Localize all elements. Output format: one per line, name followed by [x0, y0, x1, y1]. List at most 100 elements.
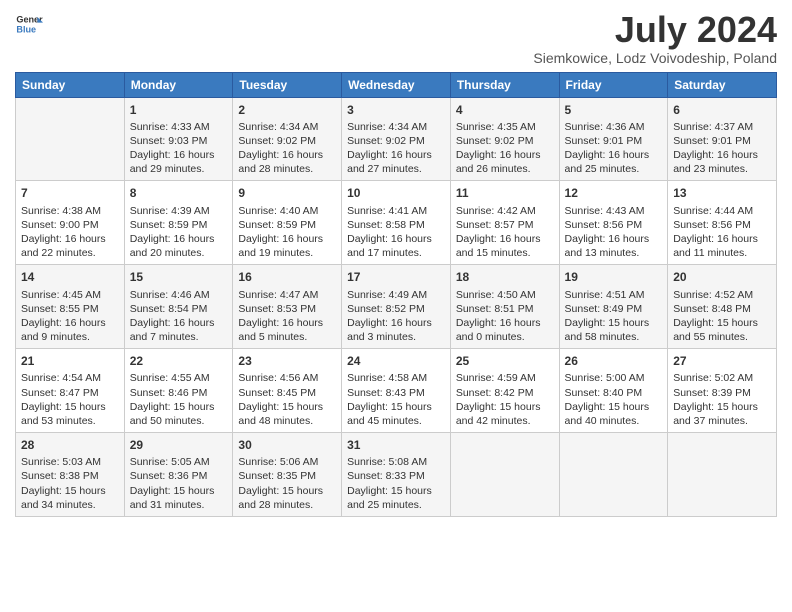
calendar-header-cell: Monday — [124, 72, 233, 97]
calendar-day-cell: 14 Sunrise: 4:45 AMSunset: 8:55 PMDayligh… — [16, 265, 125, 349]
calendar-day-cell: 20 Sunrise: 4:52 AMSunset: 8:48 PMDayligh… — [668, 265, 777, 349]
calendar-header-cell: Thursday — [450, 72, 559, 97]
calendar-day-cell: 2 Sunrise: 4:34 AMSunset: 9:02 PMDaylight… — [233, 97, 342, 181]
day-info: Sunrise: 4:33 AMSunset: 9:03 PMDaylight:… — [130, 120, 228, 177]
day-info: Sunrise: 4:40 AMSunset: 8:59 PMDaylight:… — [238, 204, 336, 261]
day-number: 1 — [130, 102, 228, 118]
day-info: Sunrise: 4:58 AMSunset: 8:43 PMDaylight:… — [347, 371, 445, 428]
calendar-day-cell: 7 Sunrise: 4:38 AMSunset: 9:00 PMDaylight… — [16, 181, 125, 265]
day-info: Sunrise: 4:37 AMSunset: 9:01 PMDaylight:… — [673, 120, 771, 177]
day-number: 9 — [238, 185, 336, 201]
day-info: Sunrise: 4:38 AMSunset: 9:00 PMDaylight:… — [21, 204, 119, 261]
calendar-header-cell: Wednesday — [342, 72, 451, 97]
calendar-week-row: 1 Sunrise: 4:33 AMSunset: 9:03 PMDaylight… — [16, 97, 777, 181]
calendar-day-cell: 8 Sunrise: 4:39 AMSunset: 8:59 PMDaylight… — [124, 181, 233, 265]
calendar-header-cell: Friday — [559, 72, 668, 97]
day-number: 20 — [673, 269, 771, 285]
day-number: 28 — [21, 437, 119, 453]
day-info: Sunrise: 4:52 AMSunset: 8:48 PMDaylight:… — [673, 288, 771, 345]
calendar-day-cell: 30 Sunrise: 5:06 AMSunset: 8:35 PMDayligh… — [233, 433, 342, 517]
day-info: Sunrise: 5:03 AMSunset: 8:38 PMDaylight:… — [21, 455, 119, 512]
day-number: 19 — [565, 269, 663, 285]
calendar-week-row: 14 Sunrise: 4:45 AMSunset: 8:55 PMDayligh… — [16, 265, 777, 349]
calendar-header-cell: Sunday — [16, 72, 125, 97]
logo-icon: General Blue — [15, 10, 43, 38]
calendar-day-cell: 21Sunrise: 4:54 AMSunset: 8:47 PMDayligh… — [16, 349, 125, 433]
calendar-day-cell: 10 Sunrise: 4:41 AMSunset: 8:58 PMDayligh… — [342, 181, 451, 265]
day-number: 4 — [456, 102, 554, 118]
day-number: 2 — [238, 102, 336, 118]
day-info: Sunrise: 4:34 AMSunset: 9:02 PMDaylight:… — [238, 120, 336, 177]
calendar-day-cell: 15 Sunrise: 4:46 AMSunset: 8:54 PMDayligh… — [124, 265, 233, 349]
day-info: Sunrise: 5:08 AMSunset: 8:33 PMDaylight:… — [347, 455, 445, 512]
day-number: 12 — [565, 185, 663, 201]
svg-text:Blue: Blue — [16, 24, 36, 34]
day-number: 26 — [565, 353, 663, 369]
logo: General Blue — [15, 10, 43, 38]
day-info: Sunrise: 4:51 AMSunset: 8:49 PMDaylight:… — [565, 288, 663, 345]
day-number: 10 — [347, 185, 445, 201]
day-info: Sunrise: 5:02 AMSunset: 8:39 PMDaylight:… — [673, 371, 771, 428]
calendar-day-cell: 9 Sunrise: 4:40 AMSunset: 8:59 PMDaylight… — [233, 181, 342, 265]
calendar-week-row: 7 Sunrise: 4:38 AMSunset: 9:00 PMDaylight… — [16, 181, 777, 265]
day-info: Sunrise: 4:47 AMSunset: 8:53 PMDaylight:… — [238, 288, 336, 345]
title-block: July 2024 Siemkowice, Lodz Voivodeship, … — [533, 10, 777, 66]
day-info: Sunrise: 4:46 AMSunset: 8:54 PMDaylight:… — [130, 288, 228, 345]
calendar-day-cell: 23Sunrise: 4:56 AMSunset: 8:45 PMDayligh… — [233, 349, 342, 433]
day-number: 6 — [673, 102, 771, 118]
calendar-day-cell: 18Sunrise: 4:50 AMSunset: 8:51 PMDayligh… — [450, 265, 559, 349]
calendar-day-cell: 3 Sunrise: 4:34 AMSunset: 9:02 PMDaylight… — [342, 97, 451, 181]
calendar-day-cell: 13 Sunrise: 4:44 AMSunset: 8:56 PMDayligh… — [668, 181, 777, 265]
calendar-header-cell: Saturday — [668, 72, 777, 97]
day-number: 21 — [21, 353, 119, 369]
day-number: 30 — [238, 437, 336, 453]
calendar-table: SundayMondayTuesdayWednesdayThursdayFrid… — [15, 72, 777, 517]
day-number: 8 — [130, 185, 228, 201]
day-number: 14 — [21, 269, 119, 285]
calendar-day-cell: 25Sunrise: 4:59 AMSunset: 8:42 PMDayligh… — [450, 349, 559, 433]
day-info: Sunrise: 4:45 AMSunset: 8:55 PMDaylight:… — [21, 288, 119, 345]
day-number: 3 — [347, 102, 445, 118]
day-number: 15 — [130, 269, 228, 285]
day-info: Sunrise: 4:50 AMSunset: 8:51 PMDaylight:… — [456, 288, 554, 345]
calendar-week-row: 21Sunrise: 4:54 AMSunset: 8:47 PMDayligh… — [16, 349, 777, 433]
calendar-day-cell — [559, 433, 668, 517]
calendar-day-cell: 12Sunrise: 4:43 AMSunset: 8:56 PMDayligh… — [559, 181, 668, 265]
calendar-day-cell: 11 Sunrise: 4:42 AMSunset: 8:57 PMDayligh… — [450, 181, 559, 265]
day-number: 29 — [130, 437, 228, 453]
day-number: 11 — [456, 185, 554, 201]
calendar-day-cell: 6 Sunrise: 4:37 AMSunset: 9:01 PMDaylight… — [668, 97, 777, 181]
day-number: 7 — [21, 185, 119, 201]
calendar-header-row: SundayMondayTuesdayWednesdayThursdayFrid… — [16, 72, 777, 97]
day-info: Sunrise: 5:00 AMSunset: 8:40 PMDaylight:… — [565, 371, 663, 428]
day-info: Sunrise: 4:49 AMSunset: 8:52 PMDaylight:… — [347, 288, 445, 345]
day-number: 23 — [238, 353, 336, 369]
day-number: 5 — [565, 102, 663, 118]
page-header: General Blue July 2024 Siemkowice, Lodz … — [15, 10, 777, 66]
day-number: 17 — [347, 269, 445, 285]
calendar-day-cell: 16Sunrise: 4:47 AMSunset: 8:53 PMDayligh… — [233, 265, 342, 349]
day-number: 24 — [347, 353, 445, 369]
calendar-day-cell: 1 Sunrise: 4:33 AMSunset: 9:03 PMDaylight… — [124, 97, 233, 181]
location-subtitle: Siemkowice, Lodz Voivodeship, Poland — [533, 50, 777, 66]
calendar-day-cell: 31Sunrise: 5:08 AMSunset: 8:33 PMDayligh… — [342, 433, 451, 517]
calendar-day-cell: 17 Sunrise: 4:49 AMSunset: 8:52 PMDayligh… — [342, 265, 451, 349]
calendar-week-row: 28 Sunrise: 5:03 AMSunset: 8:38 PMDayligh… — [16, 433, 777, 517]
day-info: Sunrise: 4:36 AMSunset: 9:01 PMDaylight:… — [565, 120, 663, 177]
calendar-body: 1 Sunrise: 4:33 AMSunset: 9:03 PMDaylight… — [16, 97, 777, 516]
day-info: Sunrise: 4:41 AMSunset: 8:58 PMDaylight:… — [347, 204, 445, 261]
calendar-day-cell: 28 Sunrise: 5:03 AMSunset: 8:38 PMDayligh… — [16, 433, 125, 517]
day-info: Sunrise: 4:35 AMSunset: 9:02 PMDaylight:… — [456, 120, 554, 177]
day-info: Sunrise: 4:34 AMSunset: 9:02 PMDaylight:… — [347, 120, 445, 177]
day-info: Sunrise: 4:42 AMSunset: 8:57 PMDaylight:… — [456, 204, 554, 261]
day-info: Sunrise: 5:06 AMSunset: 8:35 PMDaylight:… — [238, 455, 336, 512]
calendar-header-cell: Tuesday — [233, 72, 342, 97]
calendar-day-cell: 22Sunrise: 4:55 AMSunset: 8:46 PMDayligh… — [124, 349, 233, 433]
day-info: Sunrise: 4:44 AMSunset: 8:56 PMDaylight:… — [673, 204, 771, 261]
day-info: Sunrise: 4:55 AMSunset: 8:46 PMDaylight:… — [130, 371, 228, 428]
calendar-day-cell — [450, 433, 559, 517]
calendar-day-cell — [16, 97, 125, 181]
day-info: Sunrise: 4:39 AMSunset: 8:59 PMDaylight:… — [130, 204, 228, 261]
calendar-day-cell: 4 Sunrise: 4:35 AMSunset: 9:02 PMDaylight… — [450, 97, 559, 181]
day-number: 13 — [673, 185, 771, 201]
